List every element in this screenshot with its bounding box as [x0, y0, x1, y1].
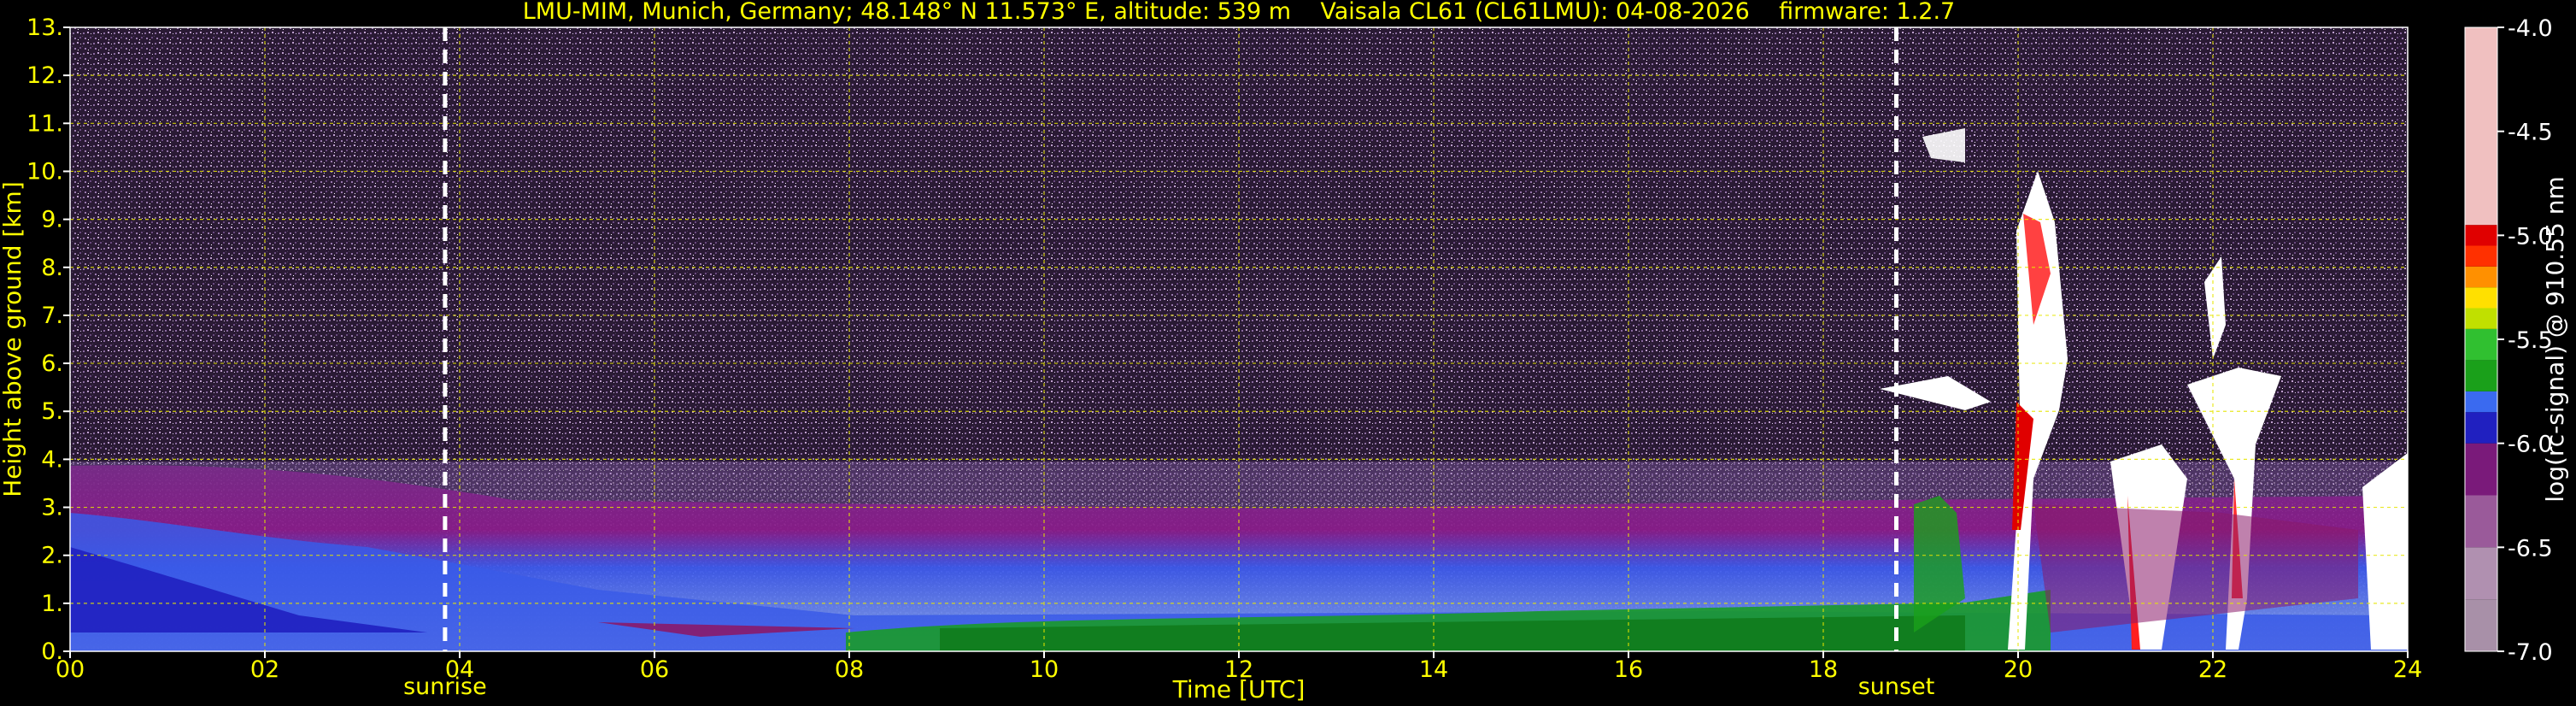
colorbar-segment: [2465, 287, 2497, 309]
x-tick-label: 24: [2393, 656, 2422, 683]
y-axis-label: Height above ground [km]: [0, 181, 26, 497]
y-tick-label: 8.: [41, 255, 63, 281]
x-tick-label: 16: [1614, 656, 1643, 683]
colorbar-segment: [2465, 27, 2497, 226]
colorbar-segment: [2465, 266, 2497, 288]
x-tick-label: 18: [1809, 656, 1838, 683]
colorbar-segment: [2465, 360, 2497, 391]
y-tick-label: 1.: [41, 591, 63, 617]
y-tick-label: 11.: [26, 110, 63, 137]
colorbar-label: log(rc-signal) @ 910.55 nm: [2541, 176, 2569, 502]
y-tick-label: 9.: [41, 207, 63, 233]
colorbar-segment: [2465, 547, 2497, 600]
colorbar-tick-label: -7.0: [2508, 639, 2553, 666]
y-tick-label: 4.: [41, 446, 63, 473]
colorbar-segment: [2465, 328, 2497, 361]
colorbar-segment: [2465, 308, 2497, 329]
x-tick-label: 10: [1030, 656, 1059, 683]
x-tick-label: 20: [2004, 656, 2033, 683]
colorbar-segment: [2465, 412, 2497, 444]
colorbar-segment: [2465, 391, 2497, 413]
signal-field: [70, 27, 2408, 651]
y-tick-label: 0.: [41, 638, 63, 665]
y-axis-ticks: 0. 1. 2. 3. 4. 5. 6. 7. 8. 9. 10. 11. 12. 13.: [26, 15, 70, 665]
annotation-label-sunrise: sunrise: [403, 674, 487, 700]
colorbar-tick-label: -4.0: [2508, 15, 2553, 42]
ceilometer-chart: 00 02 04 06 08 10 12 14 16 18 20 22 24 0.1.2.3.4.5.6…: [0, 0, 2569, 703]
colorbar-tick-label: -6.5: [2508, 535, 2553, 562]
y-tick-label: 6.: [41, 350, 63, 377]
colorbar-segment: [2465, 245, 2497, 267]
y-tick-label: 13.: [26, 15, 63, 41]
y-tick-label: 3.: [41, 495, 63, 521]
colorbar-tick-label: -4.5: [2508, 120, 2553, 146]
x-tick-label: 06: [640, 656, 669, 683]
x-tick-label: 02: [250, 656, 279, 683]
y-tick-label: 10.: [26, 158, 63, 185]
chart-title: LMU-MIM, Munich, Germany; 48.148° N 11.5…: [523, 0, 1956, 25]
y-tick-label: 12.: [26, 62, 63, 89]
colorbar: -4.0-4.5-5.0-5.5-6.0-6.5-7.0: [2464, 15, 2553, 666]
colorbar-segment: [2465, 599, 2497, 651]
x-tick-label: 22: [2198, 656, 2227, 683]
y-tick-label: 2.: [41, 543, 63, 569]
y-tick-label: 5.: [41, 398, 63, 425]
colorbar-segment: [2465, 443, 2497, 496]
x-tick-label: 08: [835, 656, 864, 683]
colorbar-segment: [2465, 225, 2497, 246]
x-axis-label: Time [UTC]: [1172, 675, 1306, 703]
annotation-label-sunset: sunset: [1858, 674, 1935, 700]
colorbar-segment: [2465, 495, 2497, 548]
sun-event-labels: sunrise sunset: [403, 674, 1934, 700]
y-tick-label: 7.: [41, 303, 63, 329]
x-tick-label: 14: [1419, 656, 1448, 683]
